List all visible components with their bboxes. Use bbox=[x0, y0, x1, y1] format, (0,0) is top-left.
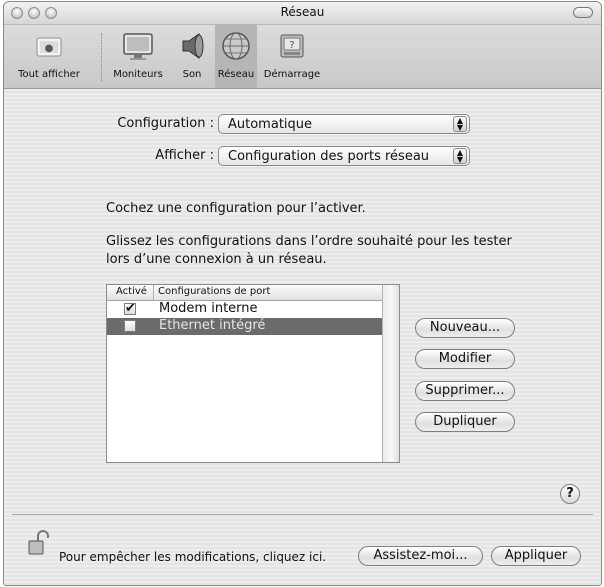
network-globe-icon bbox=[222, 32, 250, 60]
toolbar-item-sound[interactable]: Son bbox=[175, 29, 209, 80]
duplicate-button[interactable]: Dupliquer bbox=[415, 412, 515, 432]
speaker-icon bbox=[182, 33, 204, 59]
column-header-active[interactable]: Activé bbox=[116, 286, 147, 297]
configuration-popup[interactable]: Automatique ▲ ▼ bbox=[218, 114, 470, 134]
network-pane: Configuration : Automatique ▲ ▼ Afficher … bbox=[4, 89, 601, 585]
toolbar-toggle-icon[interactable] bbox=[573, 7, 593, 18]
svg-text:●: ● bbox=[45, 43, 54, 54]
delete-button[interactable]: Supprimer... bbox=[415, 381, 515, 401]
port-name: Ethernet intégré bbox=[159, 318, 266, 333]
startup-disk-icon: ? bbox=[280, 34, 304, 58]
configuration-value: Automatique bbox=[228, 117, 313, 132]
lock-icon[interactable] bbox=[26, 529, 52, 557]
monitor-icon bbox=[123, 33, 153, 60]
table-scrollbar[interactable] bbox=[382, 285, 399, 462]
table-row[interactable]: Ethernet intégré bbox=[107, 318, 384, 335]
port-name: Modem interne bbox=[159, 301, 258, 316]
edit-button[interactable]: Modifier bbox=[415, 349, 515, 369]
configuration-label: Configuration : bbox=[117, 116, 214, 131]
instruction-drag-line2: lors d’une connexion à un réseau. bbox=[106, 252, 327, 267]
table-header: Activé Configurations de port bbox=[107, 285, 384, 301]
toolbar-item-displays[interactable]: Moniteurs bbox=[108, 29, 168, 80]
instruction-drag-line1: Glissez les configurations dans l’ordre … bbox=[106, 234, 512, 249]
popup-arrows-icon: ▲ ▼ bbox=[453, 148, 467, 164]
window-title: Réseau bbox=[280, 5, 325, 19]
toolbar: ● Tout afficher Moniteurs Son Réseau ? D… bbox=[4, 25, 601, 89]
assist-me-button[interactable]: Assistez-moi... bbox=[358, 546, 483, 566]
divider bbox=[12, 514, 593, 515]
instruction-check: Cochez une configuration pour l’activer. bbox=[106, 201, 366, 216]
apply-button[interactable]: Appliquer bbox=[491, 546, 581, 566]
toolbar-item-startup-disk[interactable]: ? Démarrage bbox=[262, 29, 322, 80]
toolbar-item-label: Son bbox=[182, 69, 202, 80]
toolbar-item-label: Tout afficher bbox=[18, 69, 80, 80]
show-popup[interactable]: Configuration des ports réseau ▲ ▼ bbox=[218, 146, 470, 166]
active-checkbox[interactable]: ✔ bbox=[124, 302, 136, 315]
new-button[interactable]: Nouveau... bbox=[415, 318, 515, 338]
show-value: Configuration des ports réseau bbox=[228, 149, 430, 164]
svg-text:?: ? bbox=[289, 40, 294, 51]
toolbar-item-network[interactable]: Réseau bbox=[215, 29, 257, 80]
active-checkbox[interactable] bbox=[124, 320, 136, 332]
lock-message: Pour empêcher les modifications, cliquez… bbox=[59, 550, 327, 564]
toolbar-separator bbox=[101, 33, 102, 81]
port-configurations-table[interactable]: Activé Configurations de port ✔ Modem in… bbox=[106, 284, 400, 463]
table-row[interactable]: ✔ Modem interne bbox=[107, 301, 384, 318]
show-all-icon: ● bbox=[36, 37, 62, 57]
toolbar-item-label: Réseau bbox=[217, 69, 255, 80]
toolbar-item-label: Moniteurs bbox=[113, 69, 163, 80]
column-header-port-configs[interactable]: Configurations de port bbox=[158, 286, 270, 297]
title-bar: Réseau bbox=[4, 2, 601, 25]
toolbar-item-show-all[interactable]: ● Tout afficher bbox=[10, 29, 88, 80]
show-label: Afficher : bbox=[155, 148, 214, 163]
help-button[interactable]: ? bbox=[560, 484, 580, 504]
popup-arrows-icon: ▲ ▼ bbox=[453, 116, 467, 132]
preferences-window: Réseau ● Tout afficher Moniteurs Son Rés… bbox=[3, 1, 602, 586]
toolbar-item-label: Démarrage bbox=[263, 69, 321, 80]
column-separator bbox=[153, 285, 154, 300]
